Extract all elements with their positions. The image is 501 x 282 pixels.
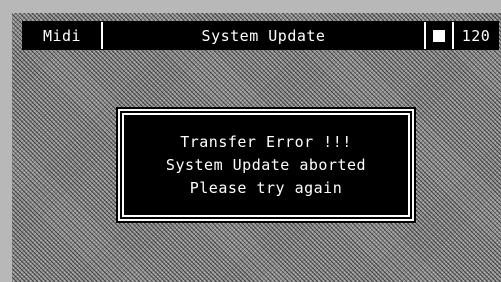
tempo-value: 120 xyxy=(461,26,491,45)
midi-tab[interactable]: Midi xyxy=(23,22,103,49)
error-message: System Update aborted xyxy=(165,155,367,174)
page-title: System Update xyxy=(201,26,326,45)
midi-label: Midi xyxy=(42,26,82,45)
square-indicator-icon xyxy=(433,29,445,42)
error-dialog: Transfer Error !!! System Update aborted… xyxy=(120,111,412,219)
tempo-display: 120 xyxy=(454,22,498,49)
title-segment: System Update xyxy=(103,22,426,49)
lcd-screen: Midi System Update 120 Transfer Error !!… xyxy=(12,13,501,282)
error-title: Transfer Error !!! xyxy=(180,132,352,151)
status-indicator xyxy=(426,22,454,49)
device-bezel: Midi System Update 120 Transfer Error !!… xyxy=(0,0,501,282)
error-instruction: Please try again xyxy=(189,178,343,197)
top-status-bar: Midi System Update 120 xyxy=(22,21,499,50)
